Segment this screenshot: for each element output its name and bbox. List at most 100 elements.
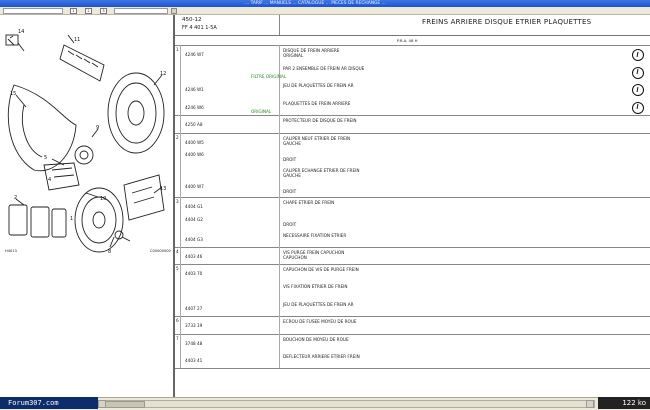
column-divider	[279, 247, 280, 264]
scroll-right-button[interactable]	[586, 400, 594, 408]
parts-pane: 450-12 FF 4 401 1-5A FREINS ARRIERE DISQ…	[175, 15, 650, 397]
row-divider	[175, 368, 650, 369]
group-number: 6	[176, 318, 179, 323]
part-reference[interactable]: 4404 G3	[185, 237, 203, 242]
header-divider	[279, 15, 280, 35]
row-divider	[175, 45, 650, 46]
group-number: 2	[176, 135, 179, 140]
column-divider	[180, 115, 181, 133]
callout-13: 13	[160, 186, 166, 192]
part-note: CAPUCHON	[283, 255, 307, 260]
part-reference[interactable]: 4246 W7	[185, 52, 204, 57]
column-divider	[279, 334, 280, 368]
scrollbar-thumb[interactable]	[105, 401, 145, 408]
availability-tab[interactable]: P.R.A. 48 H	[397, 38, 417, 43]
part-reference[interactable]: 4400 W6	[185, 152, 204, 157]
group-number: 3	[176, 199, 179, 204]
diagram-reference: H4013	[5, 249, 17, 253]
group-number: 1	[176, 47, 179, 52]
search-field[interactable]	[3, 8, 63, 14]
row-divider	[175, 247, 650, 248]
horizontal-scrollbar[interactable]	[98, 400, 595, 408]
brake-exploded-diagram[interactable]: 14 11 12 15 9 5 4 10 13 8 2 1	[4, 25, 169, 260]
part-reference[interactable]: 4404 G1	[185, 204, 203, 209]
column-divider	[180, 133, 181, 197]
reference-field[interactable]	[114, 8, 168, 14]
part-reference[interactable]: 3733 19	[185, 323, 202, 328]
scroll-left-button[interactable]	[98, 400, 106, 408]
part-reference[interactable]: 3748 48	[185, 341, 202, 346]
toolbar-button-3[interactable]: 3	[100, 8, 107, 14]
column-divider	[279, 316, 280, 334]
callout-14: 14	[18, 29, 24, 35]
clock-icon[interactable]	[632, 101, 644, 114]
column-divider	[180, 334, 181, 368]
callout-4: 4	[48, 177, 51, 183]
part-badge: FILTRE ORIGINAL	[251, 73, 287, 79]
callout-12: 12	[160, 71, 166, 77]
column-divider	[180, 316, 181, 334]
part-reference[interactable]: 4403 46	[185, 254, 202, 259]
window-titlebar: ... TARIF ... MANUELS ... CATALOGUE ... …	[0, 0, 650, 7]
part-description: JEU DE PLAQUETTES DE FREIN AR	[283, 83, 354, 88]
part-description: PLAQUETTES DE FREIN ARRIERE	[283, 100, 351, 106]
group-number: 4	[176, 249, 179, 254]
column-divider	[279, 133, 280, 197]
parts-header: 450-12 FF 4 401 1-5A FREINS ARRIERE DISQ…	[175, 15, 650, 36]
part-note: ORIGINAL	[283, 53, 304, 58]
column-divider	[279, 197, 280, 247]
part-reference[interactable]: 4400 W5	[185, 140, 204, 145]
group-number: 7	[176, 336, 179, 341]
callout-8: 8	[108, 249, 111, 255]
column-divider	[180, 197, 181, 247]
column-divider	[279, 264, 280, 316]
column-divider	[279, 45, 280, 115]
part-note: GAUCHE	[283, 173, 301, 178]
toolbar-arrow-button[interactable]	[171, 8, 177, 14]
part-note: GAUCHE	[283, 141, 301, 146]
column-divider	[180, 247, 181, 264]
window-title: ... TARIF ... MANUELS ... CATALOGUE ... …	[245, 1, 386, 6]
row-divider	[175, 316, 650, 317]
part-badge: ORIGINAL	[251, 108, 272, 114]
toolbar: 1 2 3	[0, 7, 650, 15]
clock-icon[interactable]	[632, 49, 644, 61]
part-description: DEFLECTEUR ARRIERE ETRIER FREIN	[283, 354, 360, 359]
part-description: VIS FIXATION ETRIER DE FREIN	[283, 284, 348, 290]
callout-11: 11	[74, 37, 80, 43]
part-reference[interactable]: 4403 41	[185, 358, 202, 363]
part-reference[interactable]: 4246 W1	[185, 87, 204, 92]
part-description: ECROU DE FUSEE MOYEU DE ROUE	[283, 319, 357, 324]
row-divider	[175, 197, 650, 198]
clock-icon[interactable]	[632, 66, 644, 79]
section-code: 450-12	[182, 17, 202, 23]
column-divider	[279, 115, 280, 133]
diagram-pane: 14 11 12 15 9 5 4 10 13 8 2 1 H4013 C000…	[0, 15, 175, 397]
part-reference[interactable]: 4250 A8	[185, 122, 203, 127]
part-reference[interactable]: 4407 27	[185, 306, 202, 311]
column-divider	[180, 45, 181, 115]
part-description: PROTECTEUR DE DISQUE DE FREIN	[283, 118, 357, 123]
part-reference[interactable]: 4404 G2	[185, 217, 203, 222]
row-divider	[175, 334, 650, 335]
callout-1: 1	[70, 216, 73, 222]
part-description: NECESSAIRE FIXATION ETRIER	[283, 233, 347, 239]
part-note: DROIT	[283, 189, 297, 194]
part-reference[interactable]: 4246 W6	[185, 105, 204, 110]
part-description: CAPUCHON DE VIS DE PURGE FREIN	[283, 267, 359, 272]
callout-2: 2	[14, 195, 17, 201]
callout-10: 10	[100, 196, 106, 202]
part-reference[interactable]: 4403 70	[185, 271, 202, 276]
group-number: 5	[176, 266, 179, 271]
callout-9: 9	[96, 125, 99, 131]
clock-icon[interactable]	[632, 84, 644, 96]
part-reference[interactable]: 4400 W7	[185, 184, 204, 189]
file-size: 122 ko	[598, 397, 650, 409]
callout-5: 5	[44, 155, 47, 161]
toolbar-button-1[interactable]: 1	[70, 8, 77, 14]
section-subtitle: FF 4 401 1-5A	[182, 25, 217, 31]
toolbar-button-2[interactable]: 2	[85, 8, 92, 14]
row-divider	[175, 133, 650, 134]
row-divider	[175, 264, 650, 265]
callout-15: 15	[10, 91, 16, 97]
